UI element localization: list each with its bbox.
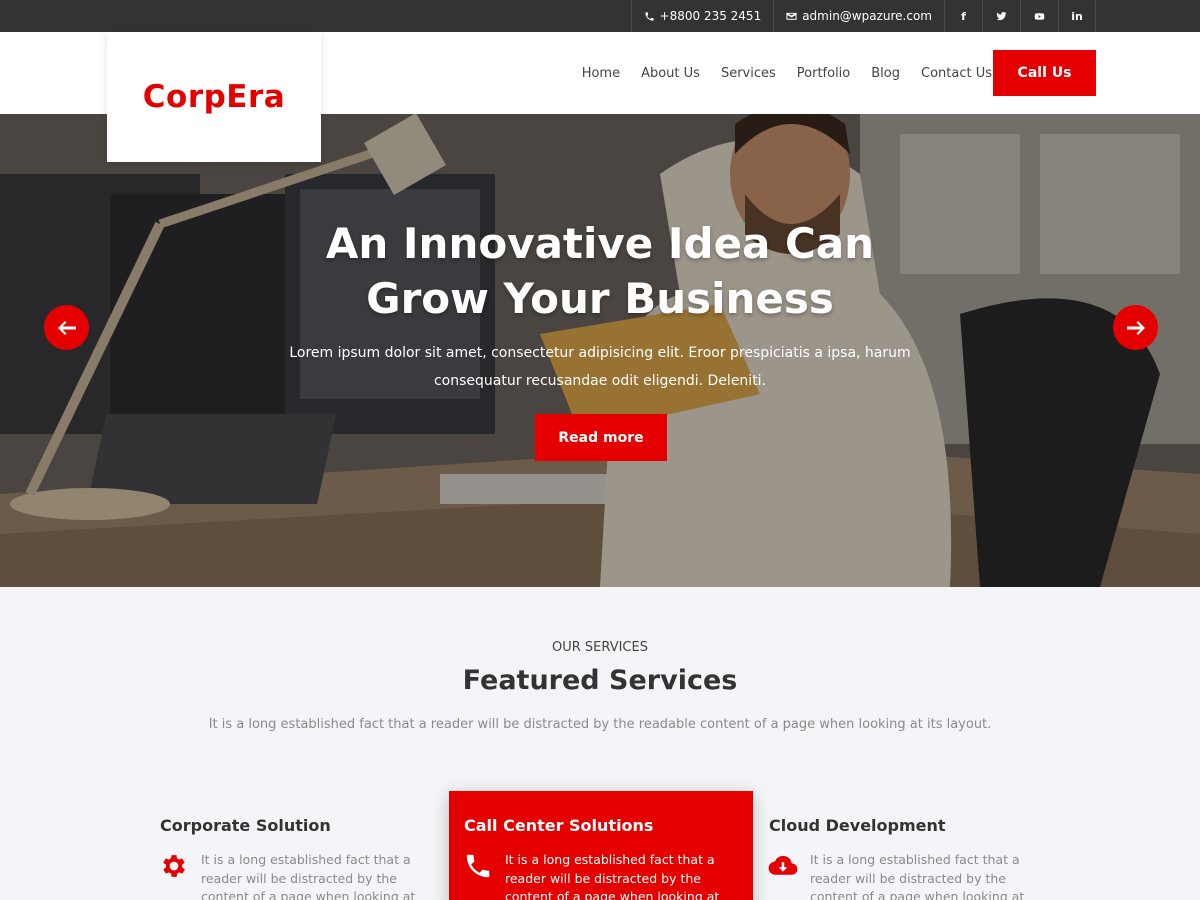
facebook-icon: f <box>961 9 966 23</box>
services-title: Featured Services <box>462 665 738 696</box>
facebook-link[interactable]: f <box>944 0 982 32</box>
hero-text: Lorem ipsum dolor sit amet, consectetur … <box>270 339 930 395</box>
hero-title-line-2: Grow Your Business <box>366 274 834 323</box>
nav-about-us[interactable]: About Us <box>641 66 700 81</box>
gear-icon <box>163 855 185 877</box>
slider-prev-button[interactable] <box>44 305 89 350</box>
cloud-download-icon <box>768 855 798 875</box>
twitter-icon <box>996 11 1007 20</box>
hero-title-line-1: An Innovative Idea Can <box>325 219 875 268</box>
email-address: admin@wpazure.com <box>802 9 932 23</box>
slider-next-button[interactable] <box>1113 305 1158 350</box>
call-us-button[interactable]: Call Us <box>993 50 1096 96</box>
phone-number: +8800 235 2451 <box>659 9 762 23</box>
envelope-icon <box>786 12 798 20</box>
email-link[interactable]: admin@wpazure.com <box>773 0 944 32</box>
services-section: OUR SERVICES Featured Services It is a l… <box>0 587 1200 900</box>
phone-link[interactable]: +8800 235 2451 <box>630 0 774 32</box>
nav-portfolio[interactable]: Portfolio <box>797 66 850 81</box>
top-bar-contact: +8800 235 2451 admin@wpazure.com f in <box>630 0 1096 32</box>
linkedin-link[interactable]: in <box>1058 0 1096 32</box>
youtube-icon <box>1034 12 1045 20</box>
arrow-right-icon <box>1126 320 1145 335</box>
phone-icon <box>644 11 654 21</box>
hero-text-line-2: consequatur recusandae odit eligendi. De… <box>433 373 767 389</box>
services-subtitle: OUR SERVICES <box>552 640 648 655</box>
nav-home[interactable]: Home <box>582 66 620 81</box>
twitter-link[interactable] <box>982 0 1020 32</box>
phone-icon <box>466 854 490 878</box>
arrow-left-icon <box>57 320 76 335</box>
youtube-link[interactable] <box>1020 0 1058 32</box>
nav-contact-us[interactable]: Contact Us <box>921 66 992 81</box>
read-more-button[interactable]: Read more <box>535 414 667 461</box>
service-card-title: Cloud Development <box>769 816 946 835</box>
hero-title: An Innovative Idea Can Grow Your Busines… <box>200 216 1000 326</box>
logo-box[interactable]: CorpEra <box>107 32 321 162</box>
services-description: It is a long established fact that a rea… <box>208 717 992 732</box>
service-card-corporate[interactable]: Corporate Solution It is a long establis… <box>145 791 449 900</box>
nav-services[interactable]: Services <box>721 66 776 81</box>
linkedin-icon: in <box>1071 9 1083 23</box>
main-nav: Home About Us Services Portfolio Blog Co… <box>582 32 992 114</box>
service-card-call-center[interactable]: Call Center Solutions It is a long estab… <box>449 791 753 900</box>
top-bar: +8800 235 2451 admin@wpazure.com f in <box>0 0 1200 32</box>
service-card-title: Call Center Solutions <box>464 816 654 835</box>
hero-slider: An Innovative Idea Can Grow Your Busines… <box>0 114 1200 587</box>
service-card-title: Corporate Solution <box>160 816 331 835</box>
site-logo[interactable]: CorpEra <box>143 79 285 115</box>
service-card-text: It is a long established fact that a rea… <box>810 852 1025 900</box>
nav-blog[interactable]: Blog <box>871 66 900 81</box>
service-card-text: It is a long established fact that a rea… <box>201 852 416 900</box>
hero-text-line-1: Lorem ipsum dolor sit amet, consectetur … <box>289 345 911 361</box>
service-card-text: It is a long established fact that a rea… <box>505 852 720 900</box>
service-card-cloud[interactable]: Cloud Development It is a long establish… <box>754 791 1058 900</box>
site-header: CorpEra Home About Us Services Portfolio… <box>0 32 1200 162</box>
